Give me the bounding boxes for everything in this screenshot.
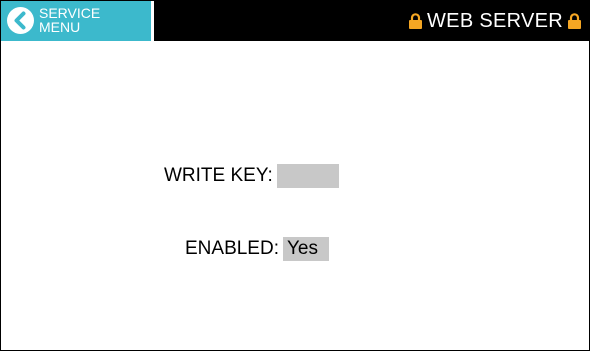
- lock-icon: [568, 13, 581, 29]
- write-key-input[interactable]: [276, 164, 339, 188]
- enabled-row: ENABLED: Yes: [185, 236, 329, 262]
- header-bar: SERVICE MENU WEB SERVER: [1, 1, 589, 41]
- web-server-screen: SERVICE MENU WEB SERVER WRITE KEY: ENABL…: [0, 0, 590, 351]
- write-key-label: WRITE KEY:: [164, 165, 273, 186]
- header-title: WEB SERVER: [409, 10, 581, 32]
- lock-icon: [409, 13, 422, 29]
- page-title: WEB SERVER: [427, 10, 563, 32]
- service-menu-back-button[interactable]: SERVICE MENU: [1, 1, 154, 41]
- write-key-row: WRITE KEY:: [164, 163, 339, 189]
- back-button-label: SERVICE MENU: [39, 5, 101, 35]
- enabled-label: ENABLED:: [185, 238, 279, 259]
- enabled-toggle[interactable]: Yes: [282, 237, 329, 261]
- back-chevron-icon: [7, 7, 34, 34]
